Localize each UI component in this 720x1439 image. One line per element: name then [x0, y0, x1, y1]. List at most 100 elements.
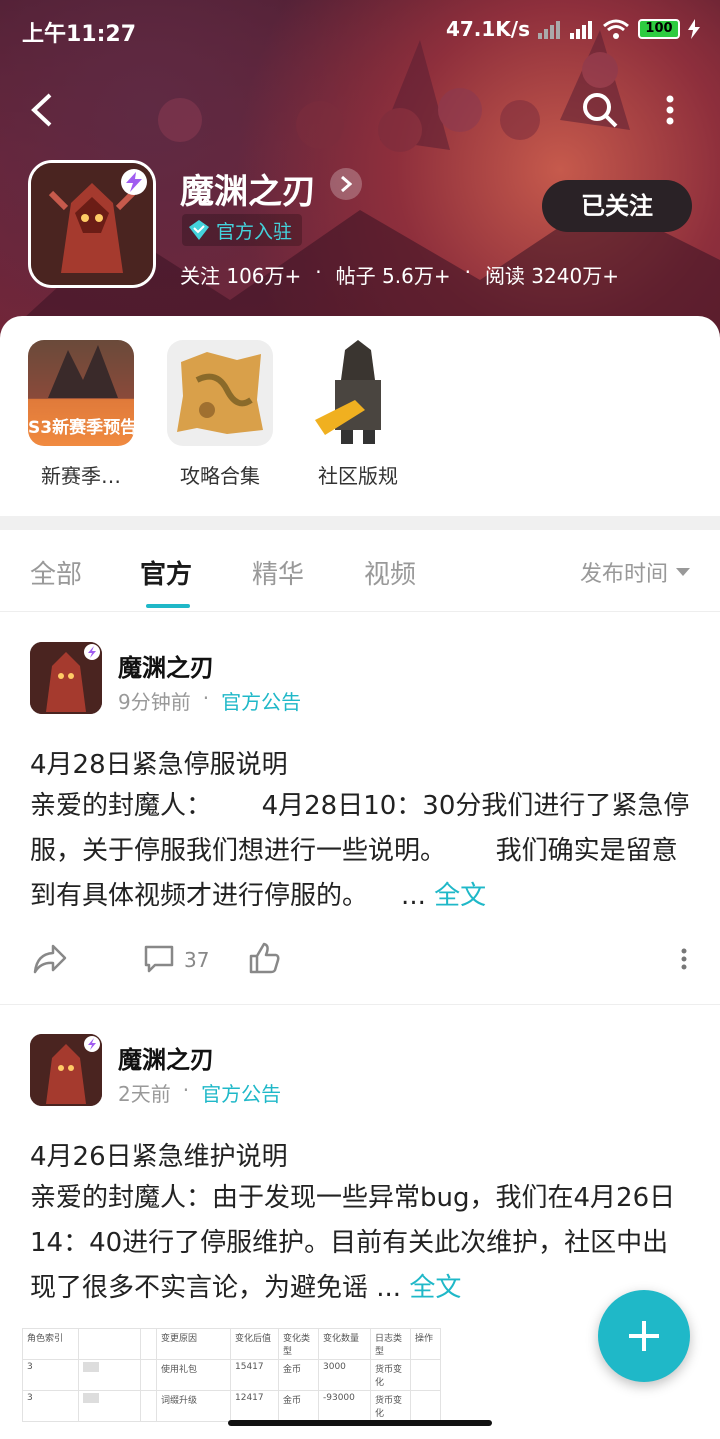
search-button[interactable] — [580, 90, 620, 130]
post-actions: 37 — [0, 934, 720, 984]
post-separator — [0, 1004, 720, 1005]
table-header-cell — [78, 1328, 141, 1360]
read-more-link[interactable]: 全文 — [434, 881, 486, 911]
table-header-row: 角色索引 变更原因 变化后值 变化类型 变化数量 日志类型 操作 — [22, 1328, 441, 1360]
game-header-banner: 上午11:27 47.1K/s 100 魔渊之刃 官方入驻 关注 106万+ ·… — [0, 0, 720, 340]
comment-button[interactable] — [142, 942, 176, 976]
shortcut-label: 新赛季… — [41, 464, 121, 488]
post-time: 9分钟前 — [118, 690, 191, 714]
table-cell — [140, 1390, 157, 1422]
knight-icon — [315, 340, 381, 444]
shortcut-rules[interactable]: 社区版规 — [304, 340, 412, 489]
signal-hd-icon — [570, 21, 592, 39]
table-cell: 词缀升级 — [156, 1390, 231, 1422]
official-tag-label: 官方入驻 — [216, 220, 293, 243]
create-post-button[interactable] — [598, 1290, 690, 1382]
table-cell — [78, 1390, 141, 1422]
post-body: 亲爱的封魔人：由于发现一些异常bug，我们在4月26日14：40进行了停服维护。… — [30, 1176, 694, 1311]
official-verified-tag: 官方入驻 — [182, 214, 303, 246]
tab-featured[interactable]: 精华 — [252, 554, 304, 591]
author-avatar[interactable] — [30, 642, 102, 714]
game-detail-button[interactable] — [330, 168, 362, 200]
table-row: 3 使用礼包 15417 金币 3000 货币变化 — [22, 1359, 441, 1391]
meta-separator: · — [182, 1078, 190, 1102]
search-icon — [583, 93, 618, 128]
game-stats: 关注 106万+ · 帖子 5.6万+ · 阅读 3240万+ — [180, 260, 619, 289]
more-vertical-icon — [681, 948, 687, 970]
comment-icon — [144, 945, 174, 973]
guides-thumbnail — [167, 340, 273, 446]
shortcut-guides[interactable]: 攻略合集 — [166, 340, 274, 489]
map-icon — [177, 352, 263, 434]
post-image-preview[interactable]: 角色索引 变更原因 变化后值 变化类型 变化数量 日志类型 操作 3 使用礼包 … — [22, 1328, 441, 1422]
table-header-cell: 操作 — [410, 1328, 441, 1360]
table-cell — [78, 1359, 141, 1391]
table-header-cell: 变化类型 — [278, 1328, 319, 1360]
comment-count: 37 — [184, 948, 210, 972]
table-header-cell: 日志类型 — [370, 1328, 411, 1360]
shortcut-new-season[interactable]: S3新赛季预告 新赛季… — [27, 340, 135, 489]
table-cell: 货币变化 — [370, 1359, 411, 1391]
post-more-button[interactable] — [674, 942, 694, 976]
meta-separator: · — [202, 686, 210, 710]
table-header-cell: 角色索引 — [22, 1328, 79, 1360]
author-avatar[interactable] — [30, 1034, 102, 1106]
content-sheet: S3新赛季预告 新赛季… 攻略合集 社区版规 全部 官方 精华 视频 发布时间 — [0, 316, 720, 1439]
tab-all[interactable]: 全部 — [30, 554, 82, 591]
more-menu-button[interactable] — [652, 90, 688, 130]
table-header-cell: 变化后值 — [230, 1328, 279, 1360]
tab-official[interactable]: 官方 — [140, 554, 192, 591]
post-category[interactable]: 官方公告 — [221, 686, 301, 715]
table-cell — [140, 1359, 157, 1391]
table-cell: 金币 — [278, 1359, 319, 1391]
table-cell: 3 — [22, 1359, 79, 1391]
active-tab-indicator — [146, 604, 190, 608]
table-cell — [410, 1359, 441, 1391]
network-speed: 47.1K/s — [445, 17, 530, 41]
table-header-cell: 变更原因 — [156, 1328, 231, 1360]
share-icon — [33, 944, 67, 974]
post-author[interactable]: 魔渊之刃 — [118, 648, 214, 683]
tab-video[interactable]: 视频 — [364, 554, 416, 591]
wifi-icon — [603, 19, 629, 39]
more-vertical-icon — [666, 95, 674, 125]
sort-dropdown[interactable]: 发布时间 — [580, 556, 690, 588]
table-cell: 15417 — [230, 1359, 279, 1391]
share-button[interactable] — [32, 942, 68, 976]
post-card[interactable]: 魔渊之刃 9分钟前 · 官方公告 4月28日紧急停服说明 亲爱的封魔人： 4月2… — [0, 642, 720, 1002]
back-icon — [31, 93, 52, 127]
reads-stat: 阅读 3240万+ — [484, 264, 619, 288]
table-cell: 3 — [22, 1390, 79, 1422]
author-avatar-art — [30, 642, 102, 714]
follow-button[interactable]: 已关注 — [542, 180, 692, 232]
back-button[interactable] — [22, 90, 62, 130]
stat-separator: · — [315, 260, 322, 284]
game-avatar[interactable] — [28, 160, 156, 288]
table-row: 3 词缀升级 12417 金币 -93000 货币变化 — [22, 1390, 441, 1422]
post-excerpt: 亲爱的封魔人： 4月28日10：30分我们进行了紧急停服，关于停服我们想进行一些… — [30, 791, 690, 911]
post-author[interactable]: 魔渊之刃 — [118, 1040, 214, 1075]
read-more-link[interactable]: 全文 — [409, 1273, 461, 1303]
redacted-block — [83, 1362, 99, 1372]
game-name: 魔渊之刃 — [180, 172, 316, 212]
post-time: 2天前 — [118, 1082, 171, 1106]
home-indicator[interactable] — [228, 1420, 492, 1426]
shortcut-row: S3新赛季预告 新赛季… 攻略合集 社区版规 — [0, 340, 720, 510]
season-art — [48, 345, 118, 398]
verified-bolt-badge — [121, 169, 147, 195]
post-excerpt: 亲爱的封魔人：由于发现一些异常bug，我们在4月26日14：40进行了停服维护。… — [30, 1183, 676, 1303]
signal-icon — [538, 21, 560, 39]
plus-icon — [629, 1321, 659, 1351]
verified-diamond-icon — [189, 220, 209, 240]
post-category[interactable]: 官方公告 — [201, 1078, 281, 1107]
table-cell: 12417 — [230, 1390, 279, 1422]
like-button[interactable] — [246, 940, 282, 976]
new-season-banner-text: S3新赛季预告 — [28, 418, 134, 438]
author-avatar-art — [30, 1034, 102, 1106]
bolt-icon — [126, 172, 142, 192]
post-title: 4月28日紧急停服说明 — [30, 750, 288, 780]
post-meta: 9分钟前 · 官方公告 — [118, 686, 301, 715]
charging-icon — [688, 19, 700, 39]
table-cell: 使用礼包 — [156, 1359, 231, 1391]
thumbs-up-icon — [249, 942, 280, 974]
